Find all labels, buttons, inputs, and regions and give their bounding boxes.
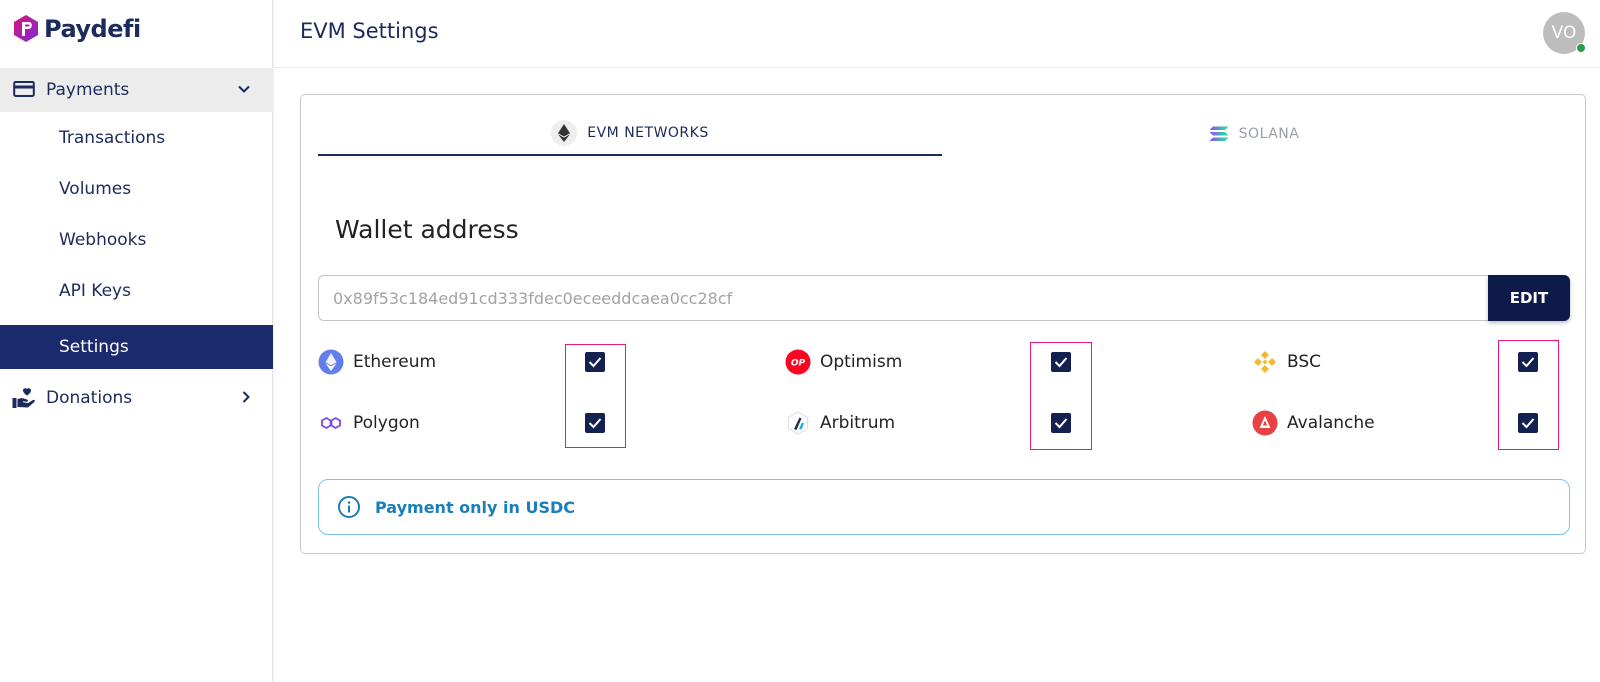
network-bsc-label: BSC [1287, 352, 1322, 372]
edit-button[interactable]: EDIT [1488, 275, 1570, 321]
network-optimism: OP Optimism [785, 349, 902, 375]
network-avalanche-label: Avalanche [1287, 413, 1375, 433]
avalanche-icon [1252, 410, 1278, 436]
info-text: Payment only in USDC [375, 497, 576, 517]
ethereum-icon [318, 349, 344, 375]
bsc-icon [1252, 349, 1278, 375]
chevron-right-icon [242, 391, 250, 403]
checkbox-avalanche[interactable] [1518, 413, 1538, 433]
network-ethereum-label: Ethereum [353, 352, 437, 372]
checkbox-polygon[interactable] [585, 413, 605, 433]
credit-card-icon [13, 81, 35, 97]
checkmark-icon [588, 357, 602, 368]
solana-icon [1209, 126, 1229, 141]
nav-donations-label: Donations [46, 388, 133, 408]
nav-payments-label: Payments [46, 80, 130, 100]
sidebar-item-volumes[interactable]: Volumes [0, 167, 273, 211]
paydefi-logo-icon [14, 15, 38, 42]
checkmark-icon [1054, 418, 1068, 429]
checkbox-ethereum[interactable] [585, 352, 605, 372]
checkmark-icon [1054, 357, 1068, 368]
sidebar-item-webhooks[interactable]: Webhooks [0, 218, 273, 262]
wallet-address-title: Wallet address [335, 215, 519, 244]
sidebar-item-settings[interactable]: Settings [0, 325, 273, 369]
tab-evm-networks[interactable]: EVM NETWORKS [318, 111, 942, 156]
checkmark-icon [1521, 418, 1535, 429]
network-polygon-label: Polygon [353, 413, 420, 433]
tab-solana[interactable]: SOLANA [942, 111, 1566, 156]
sidebar-item-transactions[interactable]: Transactions [0, 116, 273, 160]
checkmark-icon [588, 418, 602, 429]
ethereum-icon [551, 119, 578, 146]
checkbox-optimism[interactable] [1051, 352, 1071, 372]
network-arbitrum: Arbitrum [785, 410, 895, 436]
sidebar: Paydefi Payments Transactions Volumes We… [0, 0, 273, 682]
paydefi-logo[interactable]: Paydefi [12, 14, 141, 44]
settings-card: EVM NETWORKS SOLANA Wallet address EDIT [300, 94, 1586, 554]
checkmark-icon [1521, 357, 1535, 368]
info-icon [338, 496, 360, 518]
donation-hand-icon [12, 388, 35, 408]
tab-solana-label: SOLANA [1238, 125, 1300, 142]
chevron-down-icon [238, 85, 250, 93]
svg-text:OP: OP [791, 359, 806, 369]
optimism-icon: OP [785, 349, 811, 375]
nav-payments[interactable]: Payments [0, 68, 273, 112]
online-status-indicator [1576, 43, 1586, 53]
top-header: EVM Settings VO [274, 0, 1600, 68]
nav-donations[interactable]: Donations [0, 376, 273, 420]
arbitrum-icon [785, 410, 811, 436]
checkbox-bsc[interactable] [1518, 352, 1538, 372]
checkbox-arbitrum[interactable] [1051, 413, 1071, 433]
sidebar-item-api-keys[interactable]: API Keys [0, 269, 273, 313]
network-bsc: BSC [1252, 349, 1321, 375]
tab-evm-label: EVM NETWORKS [587, 124, 709, 141]
logo-text: Paydefi [44, 15, 141, 43]
polygon-icon [318, 410, 344, 436]
wallet-address-input[interactable] [318, 275, 1488, 321]
network-polygon: Polygon [318, 410, 420, 436]
network-optimism-label: Optimism [820, 352, 903, 372]
network-avalanche: Avalanche [1252, 410, 1375, 436]
network-arbitrum-label: Arbitrum [820, 413, 896, 433]
info-alert: Payment only in USDC [318, 479, 1570, 535]
network-ethereum: Ethereum [318, 349, 436, 375]
page-title: EVM Settings [300, 19, 439, 43]
